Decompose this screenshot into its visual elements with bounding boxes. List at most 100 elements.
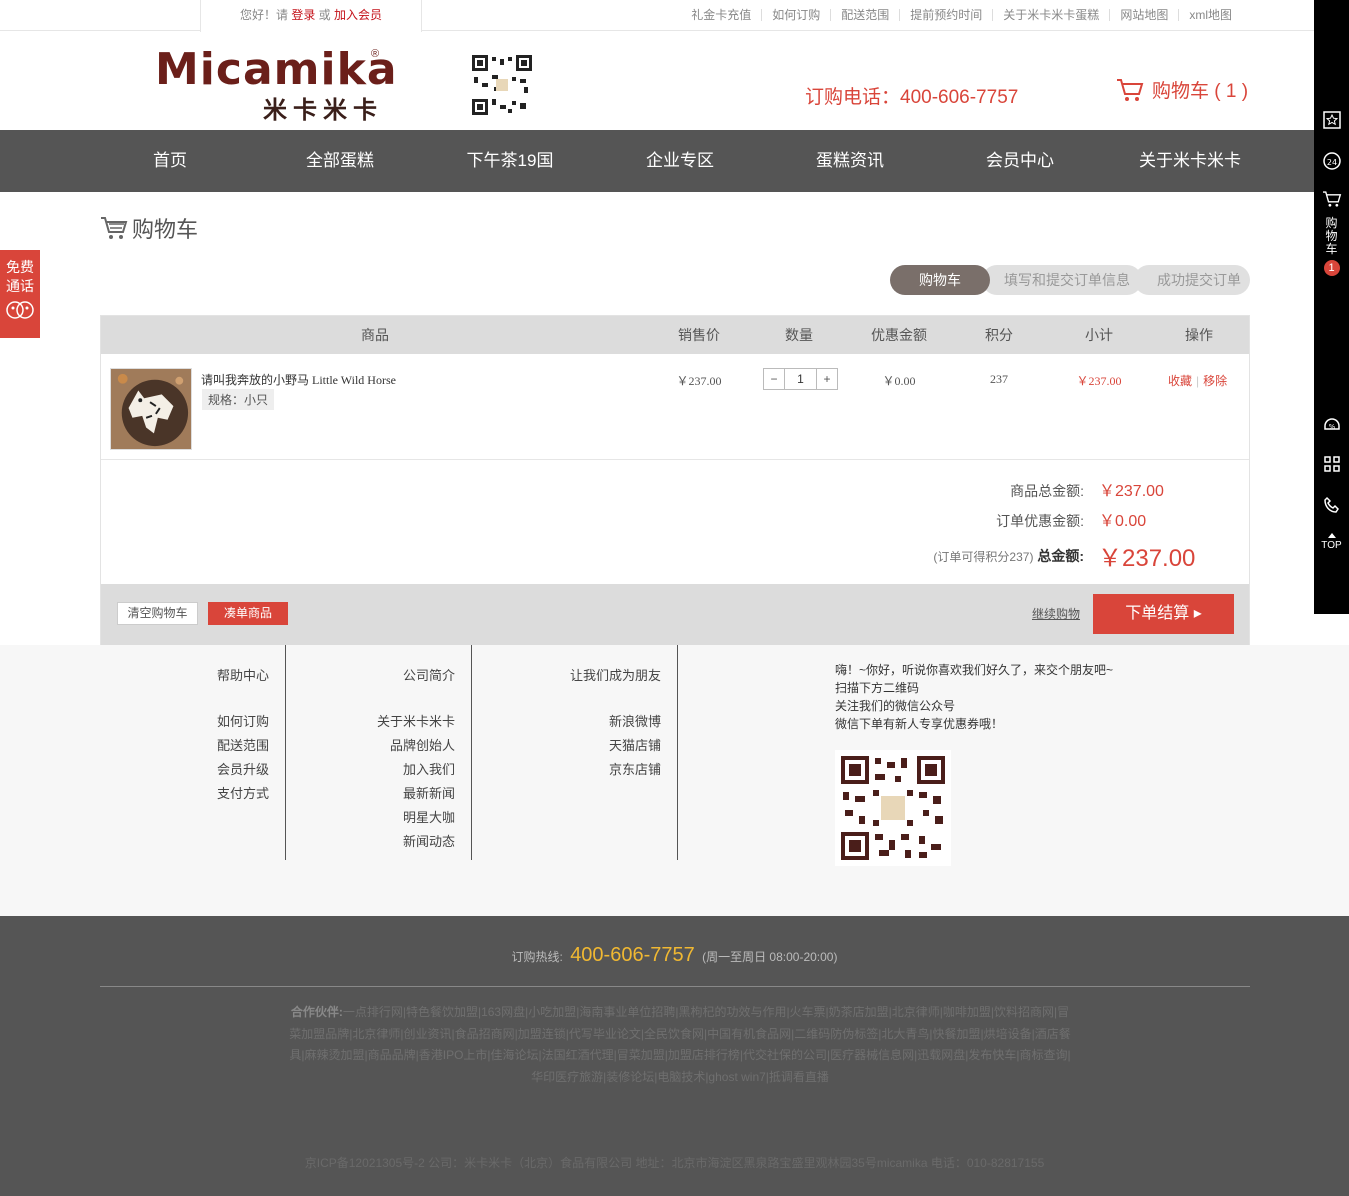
item-actions: 收藏 | 移除 <box>1168 372 1227 389</box>
greeting-text: 您好！请 <box>239 8 288 22</box>
footer-link[interactable]: 如何订购 <box>100 710 269 734</box>
sidebar-cart-char-2: 物 <box>1325 229 1338 243</box>
footer-link[interactable]: 京东店铺 <box>472 758 661 782</box>
col-action: 操作 <box>1185 327 1213 343</box>
nav-news[interactable]: 蛋糕资讯 <box>780 130 920 192</box>
partners-list[interactable]: 一点排行网|特色餐饮加盟|163网盘|小吃加盟|海南事业单位招聘|黑枸杞的功效与… <box>289 1005 1070 1084</box>
top-link-xmlmap[interactable]: xml地图 <box>1178 9 1242 21</box>
col-qty: 数量 <box>785 327 813 343</box>
friend-line: 微信下单有新人专享优惠券哦！ <box>835 717 1004 731</box>
qr-code-small <box>472 55 532 115</box>
join-link[interactable]: 加入会员 <box>334 8 382 22</box>
step-cart: 购物车 <box>890 265 990 295</box>
qr-code-icon[interactable] <box>1322 454 1342 474</box>
page-title: 购物车 <box>100 212 198 244</box>
footer-link[interactable]: 关于米卡米卡 <box>286 710 455 734</box>
grand-total-value: ￥237.00 <box>1098 545 1196 572</box>
icp-info: 京ICP备12021305号-2 公司：米卡米卡（北京）食品有限公司 地址：北京… <box>304 1156 1045 1170</box>
table-header: 商品 销售价 数量 优惠金额 积分 小计 操作 <box>101 316 1249 354</box>
footer-link[interactable]: 会员升级 <box>100 758 269 782</box>
qty-input[interactable]: 1 <box>784 369 817 389</box>
sidebar-cart[interactable]: 购 物 车 1 <box>1314 190 1349 276</box>
sidebar-cart-icon <box>1322 191 1341 207</box>
footer-link[interactable]: 新浪微博 <box>472 710 661 734</box>
product-name[interactable]: 请叫我奔放的小野马 Little Wild Horse <box>201 371 396 388</box>
footer-col-help: 帮助中心 如何订购 配送范围 会员升级 支付方式 <box>100 645 286 860</box>
nav-afternoon-tea[interactable]: 下午茶19国 <box>440 130 580 192</box>
footer-link[interactable]: 新闻动态 <box>286 830 455 854</box>
nav-enterprise[interactable]: 企业专区 <box>610 130 750 192</box>
action-separator: | <box>1196 374 1200 388</box>
col-subtotal: 小计 <box>1085 327 1113 343</box>
logo-cn: 米卡米卡 <box>263 97 383 124</box>
quantity-stepper: − 1 + <box>763 368 838 390</box>
friend-text: 嗨！~你好，听说你喜欢我们好久了，来交个朋友吧~ 扫描下方二维码 关注我们的微信… <box>835 661 1113 733</box>
sidebar-cart-char-1: 购 <box>1325 216 1338 230</box>
continue-shopping-link[interactable]: 继续购物 <box>1032 605 1080 622</box>
nav-member[interactable]: 会员中心 <box>950 130 1090 192</box>
product-spec: 规格：小只 <box>202 389 275 410</box>
nav-home[interactable]: 首页 <box>100 130 240 192</box>
nav-about[interactable]: 关于米卡米卡 <box>1120 130 1260 192</box>
friend-line: 嗨！~你好，听说你喜欢我们好久了，来交个朋友吧~ <box>835 663 1114 677</box>
footer-link[interactable]: 明星大咖 <box>286 806 455 830</box>
checkout-steps: 成功提交订单 填写和提交订单信息 购物车 <box>890 265 1250 295</box>
favorite-link[interactable]: 收藏 <box>1168 374 1192 388</box>
hotline-number: 400-606-7757 <box>570 944 695 966</box>
col-product: 商品 <box>361 327 389 343</box>
phone-icon[interactable] <box>1322 495 1342 515</box>
footer-links: 帮助中心 如何订购 配送范围 会员升级 支付方式 公司简介 关于米卡米卡 品牌创… <box>0 645 1349 916</box>
partner-links[interactable]: 合作伙伴:一点排行网|特色餐饮加盟|163网盘|小吃加盟|海南事业单位招聘|黑枸… <box>285 1002 1075 1088</box>
top-link-reserve[interactable]: 提前预约时间 <box>899 9 992 21</box>
cart-action-bar: 清空购物车 凑单商品 继续购物 下单结算 ▸ <box>101 584 1249 645</box>
free-call-widget[interactable]: 免费 通话 <box>0 250 40 338</box>
checkout-button[interactable]: 下单结算 ▸ <box>1093 594 1234 634</box>
footer-col-social-title: 让我们成为朋友 <box>569 668 661 683</box>
points-note: (订单可得积分237) <box>933 550 1034 564</box>
goods-total-value: ￥237.00 <box>1099 483 1164 500</box>
header-cart[interactable]: 购物车 ( 1 ) <box>1116 76 1248 103</box>
remove-link[interactable]: 移除 <box>1203 374 1227 388</box>
total-label: 总金额: <box>1037 548 1084 564</box>
top-link-sitemap[interactable]: 网站地图 <box>1109 9 1178 21</box>
order-discount-value: ￥0.00 <box>1099 513 1147 530</box>
item-discount: ￥0.00 <box>882 374 916 388</box>
site-logo[interactable]: Micamika ® 米卡米卡 <box>155 48 397 125</box>
top-links: 礼金卡充值 如何订购 配送范围 提前预约时间 关于米卡米卡蛋糕 网站地图 xml… <box>681 0 1242 30</box>
add-items-button[interactable]: 凑单商品 <box>208 602 288 625</box>
arrow-up-icon <box>1327 533 1336 538</box>
hotline-hours: (周一至周日 08:00-20:00) <box>702 950 838 964</box>
footer-col-company: 公司简介 关于米卡米卡 品牌创始人 加入我们 最新新闻 明星大咖 新闻动态 <box>286 645 472 860</box>
service-24h-icon[interactable]: 24 <box>1322 151 1342 171</box>
footer-link[interactable]: 品牌创始人 <box>286 734 455 758</box>
phone-handset-icon <box>6 301 34 319</box>
top-link-giftcard[interactable]: 礼金卡充值 <box>681 9 761 21</box>
qty-plus-button[interactable]: + <box>817 369 837 389</box>
nav-all-cakes[interactable]: 全部蛋糕 <box>270 130 410 192</box>
sidebar-cart-badge: 1 <box>1323 260 1340 276</box>
product-image[interactable] <box>110 368 192 450</box>
friend-line: 扫描下方二维码 <box>835 681 920 695</box>
footer-link[interactable]: 配送范围 <box>100 734 269 758</box>
friend-line: 关注我们的微信公众号 <box>835 699 956 713</box>
item-subtotal: ￥237.00 <box>1076 374 1122 388</box>
hotline-label: 订购热线: <box>511 950 563 964</box>
footer-link[interactable]: 天猫店铺 <box>472 734 661 758</box>
discount-icon[interactable]: % <box>1322 414 1342 434</box>
top-link-howto[interactable]: 如何订购 <box>761 9 830 21</box>
partners-label: 合作伙伴: <box>290 1005 343 1019</box>
back-to-top[interactable]: TOP <box>1314 533 1349 551</box>
clear-cart-button[interactable]: 清空购物车 <box>117 602 198 625</box>
footer-link[interactable]: 支付方式 <box>100 782 269 806</box>
login-link[interactable]: 登录 <box>291 8 315 22</box>
top-link-about[interactable]: 关于米卡米卡蛋糕 <box>992 9 1109 21</box>
footer-col-social: 让我们成为朋友 新浪微博 天猫店铺 京东店铺 <box>472 645 678 860</box>
col-price: 销售价 <box>678 327 720 343</box>
favorite-icon[interactable] <box>1322 110 1342 130</box>
col-discount: 优惠金额 <box>871 327 927 343</box>
qty-minus-button[interactable]: − <box>764 369 784 389</box>
top-label: TOP <box>1321 540 1342 551</box>
footer-link[interactable]: 加入我们 <box>286 758 455 782</box>
top-link-delivery[interactable]: 配送范围 <box>830 9 899 21</box>
footer-link[interactable]: 最新新闻 <box>286 782 455 806</box>
